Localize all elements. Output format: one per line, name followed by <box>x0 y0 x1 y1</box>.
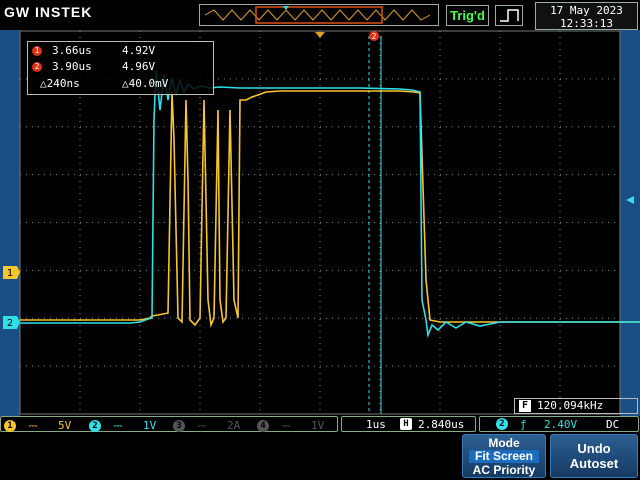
ch2-scale: 1V <box>143 419 157 432</box>
cursor-delta-volt: △40.0mV <box>122 77 169 90</box>
trigger-panel[interactable]: 2 ƒ 2.40V DC <box>479 416 639 432</box>
undo-label: Undo <box>577 441 611 456</box>
mode-title: Mode <box>488 436 520 450</box>
ch3-scale-group[interactable]: 3 ⎓ 2A <box>173 418 240 434</box>
trigger-slope-icon: ƒ <box>520 418 527 431</box>
cursor-2-time: 3.90us <box>52 60 92 73</box>
cursor-delta-time: △240ns <box>40 77 80 90</box>
ch2-badge: 2 <box>89 420 101 432</box>
cursor-delta-row: △240ns △40.0mV <box>32 77 168 91</box>
channel-scales-panel: 1 ⎓ 5V 2 ⎓ 1V 3 ⎓ 2A 4 ⎓ 1V <box>0 416 338 432</box>
cursor-2-volt: 4.96V <box>122 60 156 73</box>
trigger-level: 2.40V <box>544 418 578 431</box>
left-side-strip <box>0 30 20 416</box>
cursor-1-volt: 4.92V <box>122 44 156 57</box>
mode-option-fit-screen[interactable]: Fit Screen <box>469 450 539 463</box>
timebase-scale: 1us <box>366 418 386 431</box>
ch4-scale-group[interactable]: 4 ⎓ 1V <box>257 418 324 434</box>
cursor-1-time: 3.66us <box>52 44 92 57</box>
cursor-2-marker: 2 <box>32 62 42 72</box>
right-side-strip <box>620 30 640 416</box>
cursor-readout-panel: 1 3.66us 4.92V 2 3.90us 4.96V △240ns △40.0mV <box>27 41 214 95</box>
cursor-marker-2-label: 2 <box>371 32 376 41</box>
ch3-badge: 3 <box>173 420 185 432</box>
frequency-badge: F <box>519 400 531 412</box>
horizontal-position-badge: H <box>400 418 412 430</box>
status-bar: 1 ⎓ 5V 2 ⎓ 1V 3 ⎓ 2A 4 ⎓ 1V 1us H 2.840u… <box>0 416 640 432</box>
frequency-counter: F 120.094kHz <box>514 398 638 414</box>
cursor-2-row: 2 3.90us 4.96V <box>32 60 155 74</box>
dc-coupling-icon: ⎓ <box>28 419 38 432</box>
frequency-value: 120.094kHz <box>537 399 604 412</box>
svg-text:1: 1 <box>7 268 13 279</box>
mode-softkey[interactable]: Mode Fit Screen AC Priority <box>462 434 546 478</box>
ch2-ground-marker: 2 <box>3 316 20 329</box>
dc-coupling-icon: ⎓ <box>113 419 123 432</box>
autoset-label: Autoset <box>569 456 619 471</box>
mode-option-ac-priority[interactable]: AC Priority <box>463 463 545 477</box>
ch2-scale-group[interactable]: 2 ⎓ 1V <box>89 418 156 434</box>
ch3-scale: 2A <box>227 419 241 432</box>
trigger-coupling: DC <box>606 418 620 431</box>
ch1-badge: 1 <box>4 420 16 432</box>
ch4-badge: 4 <box>257 420 269 432</box>
timebase-panel[interactable]: 1us H 2.840us <box>341 416 476 432</box>
ch1-ground-marker: 1 <box>3 266 20 279</box>
ch4-scale: 1V <box>311 419 325 432</box>
undo-autoset-softkey[interactable]: Undo Autoset <box>550 434 638 478</box>
dc-coupling-icon: ⎓ <box>197 419 207 432</box>
svg-text:2: 2 <box>7 318 13 329</box>
ch1-scale-group[interactable]: 1 ⎓ 5V <box>4 418 71 434</box>
cursor-1-row: 1 3.66us 4.92V <box>32 44 155 58</box>
dc-coupling-icon: ⎓ <box>281 419 291 432</box>
cursor-1-marker: 1 <box>32 46 42 56</box>
trigger-source-badge: 2 <box>496 418 508 430</box>
horizontal-position: 2.840us <box>418 418 465 431</box>
ch1-scale: 5V <box>58 419 72 432</box>
